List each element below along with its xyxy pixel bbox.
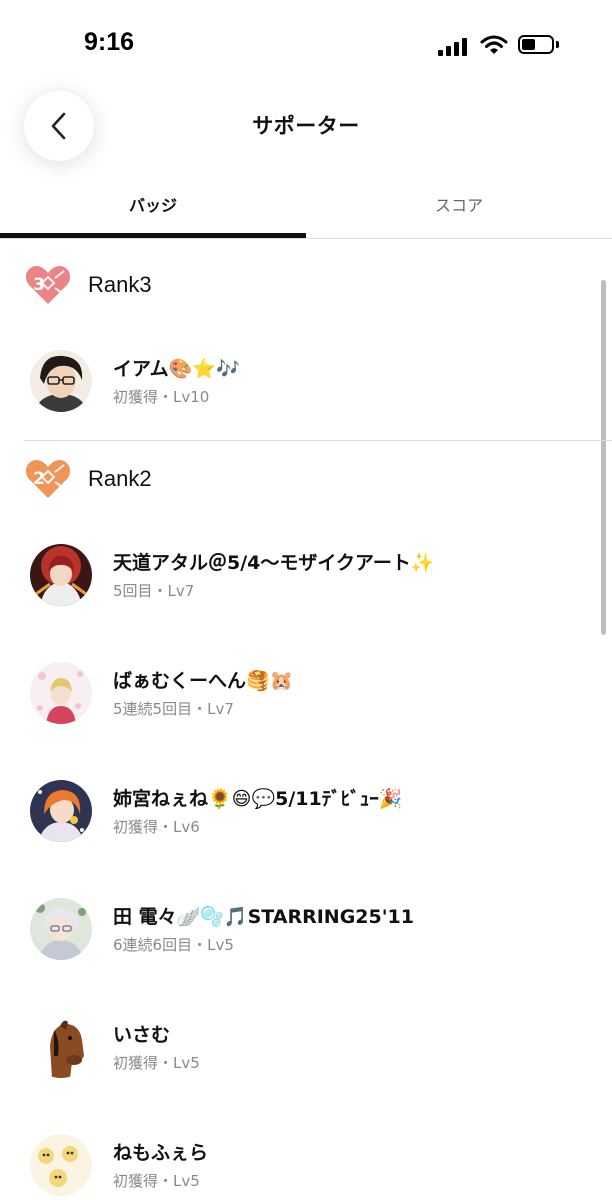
supporter-meta: 5回目・Lv7: [113, 582, 195, 600]
supporter-name: 田 電々🪽🫧🎵STARRING25'11: [113, 906, 414, 928]
cellular-signal-icon: [438, 36, 470, 56]
tab-bar: バッジ スコア: [0, 180, 612, 239]
battery-cap: [556, 41, 559, 48]
rank-badge-number: 2: [33, 469, 45, 489]
avatar: [30, 544, 92, 606]
supporter-name: ばぁむくーへん🥞🐹: [113, 670, 294, 692]
supporter-name: イアム🎨⭐🎶: [113, 358, 240, 380]
avatar: [30, 1016, 92, 1078]
supporter-name: いさむ: [113, 1024, 171, 1046]
avatar: [30, 350, 92, 412]
supporter-meta: 初獲得・Lv5: [113, 1172, 200, 1190]
rank-heart-badge-icon: 2: [25, 460, 71, 498]
supporter-name: ねもふぇら: [113, 1142, 209, 1164]
tab-score[interactable]: スコア: [306, 180, 612, 238]
rank-label: Rank3: [88, 272, 152, 297]
supporter-meta: 6連続6回目・Lv5: [113, 936, 234, 954]
tab-badge[interactable]: バッジ: [0, 180, 306, 238]
rank-header-2: 2 Rank2: [24, 454, 152, 504]
supporter-row[interactable]: ねもふぇら 初獲得・Lv5: [30, 1134, 590, 1198]
avatar: [30, 1134, 92, 1196]
supporter-row[interactable]: 天道アタル＠5/4～モザイクアート✨ 5回目・Lv7: [30, 544, 590, 608]
supporter-row[interactable]: 田 電々🪽🫧🎵STARRING25'11 6連続6回目・Lv5: [30, 898, 590, 962]
avatar: [30, 662, 92, 724]
rank-heart-badge-icon: 3: [25, 266, 71, 304]
section-divider: [24, 440, 612, 441]
supporter-meta: 初獲得・Lv10: [113, 388, 210, 406]
avatar: [30, 898, 92, 960]
scrollbar[interactable]: [601, 280, 606, 635]
battery-icon: [518, 35, 554, 54]
supporter-meta: 初獲得・Lv6: [113, 818, 200, 836]
supporter-meta: 初獲得・Lv5: [113, 1054, 200, 1072]
supporter-row[interactable]: イアム🎨⭐🎶 初獲得・Lv10: [30, 350, 590, 414]
status-time: 9:16: [84, 28, 135, 56]
supporter-meta: 5連続5回目・Lv7: [113, 700, 234, 718]
avatar: [30, 780, 92, 842]
rank-label: Rank2: [88, 466, 152, 491]
supporter-name: 姉宮ねぇね🌻😄💬5/11ﾃﾞﾋﾞｭｰ🎉: [113, 788, 403, 810]
supporter-row[interactable]: ばぁむくーへん🥞🐹 5連続5回目・Lv7: [30, 662, 590, 726]
supporter-row[interactable]: 姉宮ねぇね🌻😄💬5/11ﾃﾞﾋﾞｭｰ🎉 初獲得・Lv6: [30, 780, 590, 844]
page-title: サポーター: [252, 114, 360, 138]
supporter-row[interactable]: いさむ 初獲得・Lv5: [30, 1016, 590, 1080]
rank-badge-number: 3: [33, 275, 45, 295]
wifi-icon: [480, 35, 508, 54]
status-bar: 9:16: [0, 0, 612, 90]
rank-header-3: 3 Rank3: [24, 260, 152, 310]
supporter-name: 天道アタル＠5/4～モザイクアート✨: [113, 552, 435, 574]
